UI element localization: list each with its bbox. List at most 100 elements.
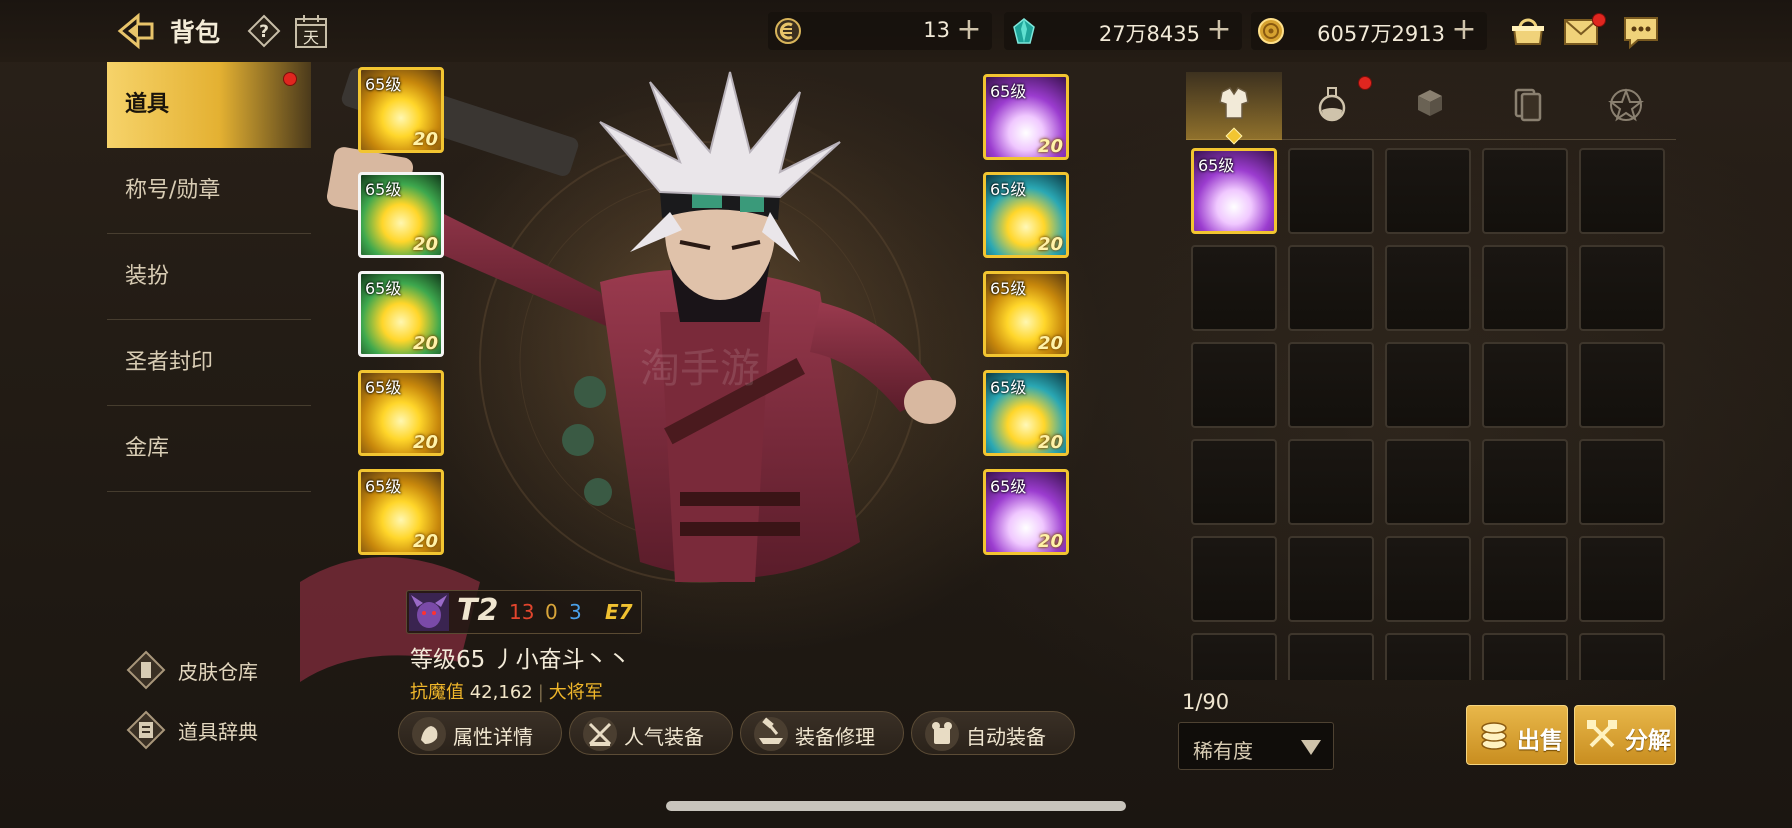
- action-label: 自动装备: [966, 725, 1046, 749]
- material-cubes-icon: [1418, 90, 1442, 116]
- equip-slot-left-5[interactable]: 65级 20: [358, 469, 444, 555]
- svg-text:?: ?: [259, 22, 269, 42]
- inventory-slot[interactable]: [1579, 245, 1665, 331]
- crystal-icon: [1013, 18, 1035, 44]
- inventory-slot[interactable]: [1385, 633, 1471, 680]
- rarity-sort-dropdown[interactable]: 稀有度: [1178, 722, 1334, 770]
- inventory-count: 1/90: [1182, 690, 1230, 714]
- inventory-slot[interactable]: [1191, 633, 1277, 680]
- equip-level: 65级: [990, 82, 1027, 101]
- stat-blue: 3: [569, 600, 582, 624]
- inventory-slot[interactable]: [1191, 439, 1277, 525]
- top-bar: 背包 ? 天 13 + 27万8435 + 6057万2913 +: [0, 0, 1792, 62]
- attribute-details-button[interactable]: 属性详情: [398, 711, 562, 755]
- equip-slot-right-5[interactable]: 65级 20: [983, 469, 1069, 555]
- item-dictionary-icon: [126, 710, 166, 750]
- coin-stack-icon: [1481, 722, 1507, 750]
- help-icon[interactable]: ?: [247, 14, 281, 48]
- sidebar-item-titles[interactable]: 称号/勋章: [107, 148, 311, 234]
- rank-bar[interactable]: T2 13 0 3 E7: [406, 590, 642, 634]
- inventory-slot-1[interactable]: 65级: [1191, 148, 1277, 234]
- potion-icon: [1318, 87, 1346, 122]
- auto-equip-button[interactable]: 自动装备: [911, 711, 1075, 755]
- inventory-slot[interactable]: [1579, 148, 1665, 234]
- inventory-slot[interactable]: [1482, 633, 1568, 680]
- equip-level: 65级: [990, 279, 1027, 298]
- stat-orange: 0: [545, 600, 558, 624]
- sidebar-item-avatar[interactable]: 装扮: [107, 234, 311, 320]
- fatigue-coin-icon: [775, 18, 801, 44]
- calendar-icon[interactable]: 天: [294, 13, 328, 49]
- consumables-badge: [1358, 76, 1372, 90]
- equip-slot-left-3[interactable]: 65级 20: [358, 271, 444, 357]
- inventory-slot[interactable]: [1191, 245, 1277, 331]
- skin-storage-icon: [126, 650, 166, 690]
- sidebar-item-label: 装扮: [125, 264, 170, 289]
- inventory-slot[interactable]: [1482, 536, 1568, 622]
- character-title: 大将军: [548, 682, 603, 703]
- home-indicator[interactable]: [666, 801, 1126, 811]
- equip-enhance: 20: [412, 432, 438, 453]
- inventory-slot[interactable]: [1385, 536, 1471, 622]
- inventory-slot[interactable]: [1482, 342, 1568, 428]
- add-gold-button[interactable]: +: [1449, 13, 1479, 47]
- equip-level: 65级: [990, 378, 1027, 397]
- inventory-slot[interactable]: [1191, 342, 1277, 428]
- add-fatigue-button[interactable]: +: [954, 13, 984, 47]
- equip-slot-right-1[interactable]: 65级 20: [983, 74, 1069, 160]
- inventory-slot[interactable]: [1288, 148, 1374, 234]
- equip-level: 65级: [990, 180, 1027, 199]
- tab-special[interactable]: [1578, 72, 1674, 140]
- crossed-tools-icon: [1587, 720, 1617, 748]
- inventory-slot[interactable]: [1579, 342, 1665, 428]
- repair-equipment-button[interactable]: 装备修理: [740, 711, 904, 755]
- sidebar-item-seal[interactable]: 圣者封印: [107, 320, 311, 406]
- anvil-hammer-icon: [754, 717, 788, 751]
- fatigue-value: 13: [923, 18, 950, 42]
- tab-materials[interactable]: [1382, 72, 1478, 140]
- sidebar-item-items[interactable]: 道具: [107, 62, 311, 148]
- inventory-slot[interactable]: [1482, 439, 1568, 525]
- inventory-slot[interactable]: [1288, 633, 1374, 680]
- tab-equipment[interactable]: [1186, 72, 1282, 145]
- inventory-slot[interactable]: [1288, 342, 1374, 428]
- inventory-slot[interactable]: [1385, 439, 1471, 525]
- tab-cards[interactable]: [1480, 72, 1576, 140]
- equip-enhance: 20: [1037, 432, 1063, 453]
- equip-slot-left-2[interactable]: 65级 20: [358, 172, 444, 258]
- popular-swords-icon: [583, 717, 617, 751]
- inventory-slot[interactable]: [1288, 245, 1374, 331]
- inventory-slot[interactable]: [1288, 536, 1374, 622]
- sidebar-item-vault[interactable]: 金库: [107, 406, 311, 492]
- inventory-slot[interactable]: [1579, 536, 1665, 622]
- inventory-slot[interactable]: [1191, 536, 1277, 622]
- equip-slot-left-4[interactable]: 65级 20: [358, 370, 444, 456]
- sidebar-item-label: 金库: [125, 436, 170, 461]
- inventory-slot[interactable]: [1385, 245, 1471, 331]
- equip-slot-right-3[interactable]: 65级 20: [983, 271, 1069, 357]
- add-crystal-button[interactable]: +: [1204, 13, 1234, 47]
- inventory-slot[interactable]: [1482, 148, 1568, 234]
- power-label: 抗魔值: [410, 682, 464, 703]
- equip-slot-left-1[interactable]: 65级 20: [358, 67, 444, 153]
- shop-icon[interactable]: [1508, 12, 1548, 50]
- inventory-slot[interactable]: [1579, 633, 1665, 680]
- popular-equipment-button[interactable]: 人气装备: [569, 711, 733, 755]
- dismantle-button[interactable]: 分解: [1574, 705, 1676, 765]
- inventory-slot[interactable]: [1385, 342, 1471, 428]
- back-arrow-icon[interactable]: [116, 10, 158, 52]
- equip-slot-right-4[interactable]: 65级 20: [983, 370, 1069, 456]
- sell-button[interactable]: 出售: [1466, 705, 1568, 765]
- inventory-slot[interactable]: [1288, 439, 1374, 525]
- tab-consumables[interactable]: [1284, 72, 1380, 140]
- dropdown-arrow-icon: [1301, 740, 1321, 755]
- equip-slot-right-2[interactable]: 65级 20: [983, 172, 1069, 258]
- crystal-value: 27万8435: [1098, 22, 1200, 46]
- inventory-tabs: [1186, 72, 1676, 145]
- calendar-glyph: 天: [303, 28, 319, 47]
- inventory-slot[interactable]: [1385, 148, 1471, 234]
- auto-equip-icon: [925, 717, 959, 751]
- inventory-slot[interactable]: [1482, 245, 1568, 331]
- inventory-slot[interactable]: [1579, 439, 1665, 525]
- chat-icon[interactable]: [1622, 14, 1660, 50]
